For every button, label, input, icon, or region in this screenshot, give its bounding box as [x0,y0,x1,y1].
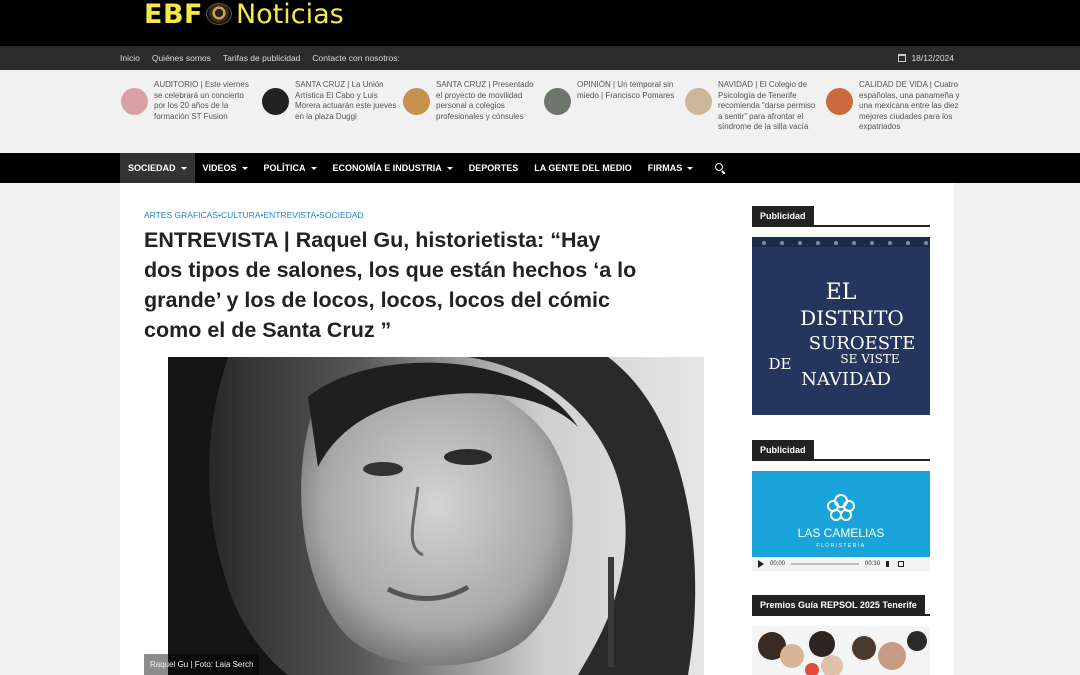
ad-distrito-suroeste[interactable]: EL DISTRITO SUROESTE DE SE VISTE NAVIDAD [752,237,930,415]
ad-las-camelias[interactable]: LAS CAMELIAS FLORISTERÍA [752,471,930,571]
flower-icon [827,494,855,521]
ticker-item[interactable]: OPINIÓN | Un temporal sin miedo | Franci… [544,80,679,138]
logo-noticias: Noticias [235,0,344,30]
player-progress-track[interactable] [791,563,860,565]
ad-distrito-artwork: EL DISTRITO SUROESTE DE SE VISTE NAVIDAD [752,237,930,390]
nav-item-label: DEPORTES [468,163,519,173]
ticker-item[interactable]: AUDITORIO | Este viernes se celebrará un… [121,80,256,138]
ticker-text[interactable]: AUDITORIO | Este viernes se celebrará un… [154,80,256,138]
play-icon[interactable] [758,560,764,568]
ticker-text[interactable]: NAVIDAD | El Colegio de Psicología de Te… [718,80,820,138]
nav-search-button[interactable] [701,153,733,183]
ticker-text[interactable]: SANTA CRUZ | Presentado el proyecto de m… [436,80,538,138]
ticker-thumbnail [262,88,289,115]
main-nav-items: SOCIEDAD VIDEOS POLÍTICA ECONOMÍA E INDUSTR… [120,153,733,183]
photo-caption: Raquel Gu | Foto: Laia Serch [144,654,260,675]
ticker-thumbnail [403,88,430,115]
date-text: 18/12/2024 [911,53,954,63]
top-link-quienes-somos[interactable]: Quiénes somos [152,53,211,63]
ad1-line3: SUROESTE [809,333,915,354]
ad1-line4: DE [769,355,792,373]
top-bar: Inicio Quiénes somos Tarifas de publicid… [0,46,1080,70]
site-logo[interactable]: EBF Noticias [144,0,344,34]
nav-item-label: VIDEOS [202,163,237,173]
search-icon [715,163,725,173]
portrait-illustration [168,357,704,675]
nav-item-política[interactable]: POLÍTICA [256,153,325,183]
player-current-time: 00:00 [770,561,786,567]
widget-divider [752,459,930,461]
calendar-icon [898,54,907,62]
nav-item-label: ECONOMÍA E INDUSTRIA [332,163,442,173]
ticker-item[interactable]: SANTA CRUZ | La Unión Artística El Cabo … [262,80,397,138]
article-title: ENTREVISTA | Raquel Gu, historietista: “… [144,228,637,342]
logo-eye-icon [205,3,232,25]
widget-title-premios: Premios Guía REPSOL 2025 Tenerife [752,595,925,615]
ticker-thumbnail [685,88,712,115]
widget-divider [752,225,930,227]
player-total-time: 00:30 [865,561,881,567]
ad1-line5: SE VISTE [840,352,899,366]
widget-divider [752,614,930,616]
top-link-inicio[interactable]: Inicio [120,53,140,63]
news-ticker: AUDITORIO | Este viernes se celebrará un… [0,70,1080,153]
caret-down-icon [687,166,694,170]
fullscreen-icon[interactable] [898,561,905,567]
nav-item-label: POLÍTICA [263,163,306,173]
ad1-line6: NAVIDAD [801,369,891,390]
widget-title-publicidad: Publicidad [752,206,814,226]
widget-title-publicidad: Publicidad [752,440,814,460]
ticker-thumbnail [121,88,148,115]
ad1-line1: EL [826,280,857,305]
top-links: Inicio Quiénes somos Tarifas de publicid… [120,46,400,70]
ad-premios-repsol[interactable] [752,626,930,675]
ticker-thumbnail [826,88,853,115]
premios-photo [752,626,930,675]
ad-camelias-artwork: LAS CAMELIAS FLORISTERÍA [798,494,885,549]
nav-item-firmas[interactable]: FIRMAS [640,153,702,183]
ticker-text[interactable]: OPINIÓN | Un temporal sin miedo | Franci… [577,80,679,138]
video-player-controls: 00:00 00:30 [752,557,930,571]
logo-ebf: EBF [144,0,203,30]
caret-down-icon [310,166,317,170]
ad2-sub: FLORISTERÍA [816,542,865,549]
current-date: 18/12/2024 [898,46,954,70]
ad1-line2: DISTRITO [800,306,904,330]
volume-icon[interactable] [886,561,892,567]
nav-item-label: SOCIEDAD [128,163,176,173]
ticker-item[interactable]: SANTA CRUZ | Presentado el proyecto de m… [403,80,538,138]
nav-item-la-gente-del-medio[interactable]: LA GENTE DEL MEDIO [526,153,640,183]
ticker-text[interactable]: CALIDAD DE VIDA | Cuatro españolas, una … [859,80,961,138]
top-link-tarifas[interactable]: Tarifas de publicidad [223,53,301,63]
nav-item-label: FIRMAS [647,163,683,173]
ticker-item[interactable]: CALIDAD DE VIDA | Cuatro españolas, una … [826,80,961,138]
top-link-contacto[interactable]: Contacte con nosotros: [312,53,399,63]
ticker-text[interactable]: SANTA CRUZ | La Unión Artística El Cabo … [295,80,397,138]
ticker-thumbnail [544,88,571,115]
ad2-brand: LAS CAMELIAS [798,526,885,540]
site-header: EBF Noticias [0,0,1080,46]
article-photo [168,357,704,675]
nav-item-label: LA GENTE DEL MEDIO [534,163,632,173]
nav-item-economía-e-industria[interactable]: ECONOMÍA E INDUSTRIA [325,153,461,183]
main-nav: SOCIEDAD VIDEOS POLÍTICA ECONOMÍA E INDUSTR… [0,153,1080,183]
caret-down-icon [241,166,248,170]
nav-item-videos[interactable]: VIDEOS [195,153,256,183]
article-categories[interactable]: ARTES GRÁFICAS•CULTURA•ENTREVISTA•SOCIED… [144,210,364,220]
ticker-item[interactable]: NAVIDAD | El Colegio de Psicología de Te… [685,80,820,138]
caret-down-icon [446,166,453,170]
caret-down-icon [180,166,187,170]
nav-item-sociedad[interactable]: SOCIEDAD [120,153,195,183]
nav-item-deportes[interactable]: DEPORTES [461,153,527,183]
